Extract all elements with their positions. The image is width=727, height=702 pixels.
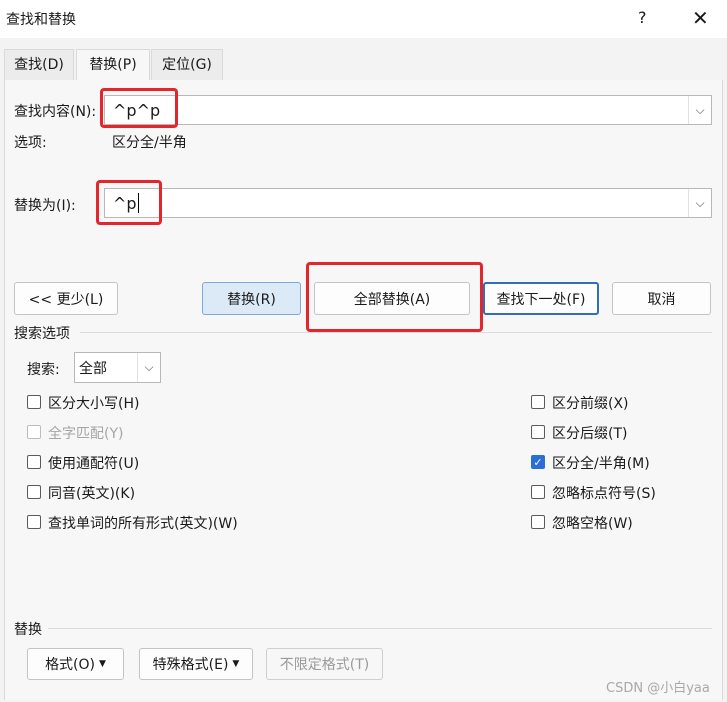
whole-word-label: 全字匹配(Y)	[48, 426, 124, 442]
ignore-whitespace-label[interactable]: 忽略空格(W)	[552, 513, 633, 533]
dropdown-arrow-icon: ▼	[232, 659, 240, 669]
dropdown-arrow-icon: ▼	[99, 659, 106, 669]
checkbox-whole-word	[27, 425, 41, 439]
replace-combobox[interactable]: ^p ⌵	[104, 188, 712, 218]
checkbox-sounds-like[interactable]	[27, 485, 41, 499]
chevron-down-icon[interactable]: ⌵	[688, 189, 711, 217]
checkbox-match-suffix[interactable]	[531, 425, 545, 439]
search-label: 搜索:	[27, 362, 60, 378]
find-combobox[interactable]: ^p^p ⌵	[104, 95, 712, 125]
match-prefix-label[interactable]: 区分前缀(X)	[552, 393, 629, 413]
close-icon[interactable]: ✕	[692, 6, 709, 30]
all-word-forms-label[interactable]: 查找单词的所有形式(英文)(W)	[48, 513, 238, 533]
replace-button[interactable]: 替换(R)	[202, 282, 301, 315]
tab-goto[interactable]: 定位(G)	[151, 49, 223, 80]
special-format-label: 特殊格式(E)	[152, 657, 229, 673]
search-direction-select[interactable]: 全部 ⌵	[74, 352, 161, 383]
less-button[interactable]: << 更少(L)	[14, 282, 118, 315]
window-title: 查找和替换	[6, 12, 76, 28]
no-format-button: 不限定格式(T)	[266, 648, 383, 680]
checkbox-all-word-forms[interactable]	[27, 515, 41, 529]
format-button[interactable]: 格式(O) ▼	[27, 648, 124, 680]
search-direction-value: 全部	[79, 360, 107, 377]
title-bar	[0, 0, 727, 38]
checkbox-ignore-punctuation[interactable]	[531, 485, 545, 499]
special-format-button[interactable]: 特殊格式(E) ▼	[139, 648, 253, 680]
replace-tab-panel	[4, 80, 723, 700]
chevron-down-icon[interactable]: ⌵	[688, 96, 711, 124]
replace-all-highlight-box	[306, 262, 483, 332]
cancel-button[interactable]: 取消	[612, 282, 711, 315]
match-suffix-label[interactable]: 区分后缀(T)	[552, 423, 627, 443]
find-label: 查找内容(N):	[14, 104, 97, 120]
find-highlight-box	[100, 88, 178, 128]
checkbox-ignore-whitespace[interactable]	[531, 515, 545, 529]
checkbox-match-case[interactable]	[27, 395, 41, 409]
ignore-punctuation-label[interactable]: 忽略标点符号(S)	[552, 483, 656, 503]
replace-label: 替换为(I):	[14, 198, 76, 214]
replace-section-heading: 替换	[14, 622, 42, 638]
tab-replace[interactable]: 替换(P)	[76, 49, 150, 81]
format-label: 格式(O)	[45, 657, 96, 673]
chevron-down-icon[interactable]: ⌵	[137, 353, 160, 382]
checkbox-wildcards[interactable]	[27, 455, 41, 469]
replace-highlight-box	[96, 180, 162, 225]
checkbox-match-prefix[interactable]	[531, 395, 545, 409]
sounds-like-label[interactable]: 同音(英文)(K)	[48, 483, 135, 503]
find-next-button[interactable]: 查找下一处(F)	[483, 282, 599, 315]
watermark: CSDN @小白yaa	[606, 681, 710, 696]
search-options-divider	[80, 332, 712, 333]
help-icon[interactable]: ?	[638, 8, 647, 27]
checkbox-match-width[interactable]: ✓	[531, 455, 545, 469]
match-case-label[interactable]: 区分大小写(H)	[48, 393, 139, 413]
wildcards-label[interactable]: 使用通配符(U)	[48, 453, 139, 473]
tab-find[interactable]: 查找(D)	[4, 49, 74, 80]
checkmark-icon: ✓	[533, 455, 543, 469]
options-value: 区分全/半角	[112, 135, 187, 151]
replace-section-divider	[48, 628, 712, 629]
search-options-heading: 搜索选项	[14, 326, 70, 342]
match-width-label[interactable]: 区分全/半角(M)	[552, 453, 650, 473]
options-label: 选项:	[14, 135, 47, 151]
